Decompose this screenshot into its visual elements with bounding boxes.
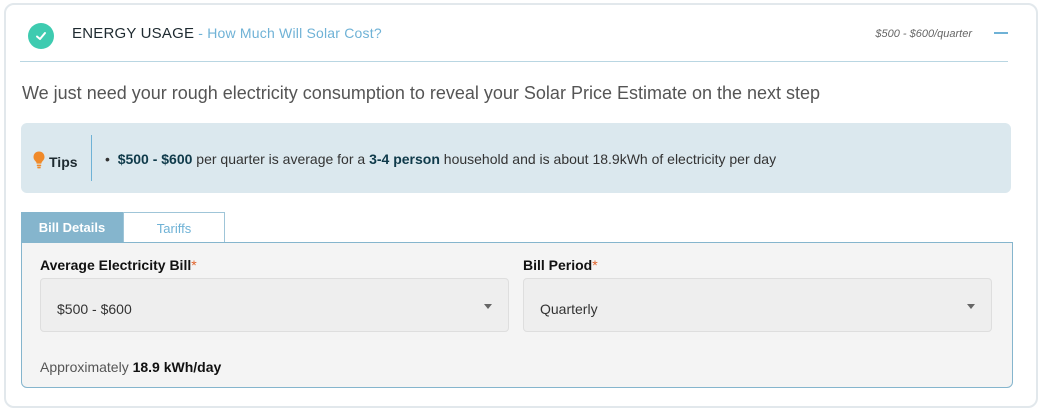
tips-label-text: Tips <box>49 153 78 170</box>
approx-value: 18.9 kWh/day <box>132 359 222 375</box>
approx-usage: Approximately 18.9 kWh/day <box>40 359 221 375</box>
intro-text: We just need your rough electricity cons… <box>22 83 821 103</box>
period-label: Bill Period* <box>523 257 598 273</box>
bill-details-panel: Average Electricity Bill* $500 - $600 Bi… <box>21 242 1013 388</box>
tips-text: • $500 - $600 per quarter is average for… <box>105 151 776 167</box>
tip-text-b: household and is about 18.9kWh of electr… <box>439 151 777 167</box>
energy-usage-card: ENERGY USAGE - How Much Will Solar Cost?… <box>4 3 1038 408</box>
section-subtitle: - How Much Will Solar Cost? <box>194 25 382 41</box>
period-label-text: Bill Period <box>523 257 593 273</box>
tips-box: Tips • $500 - $600 per quarter is averag… <box>21 123 1011 193</box>
approx-prefix: Approximately <box>40 359 133 375</box>
section-title-text: ENERGY USAGE <box>72 25 195 42</box>
check-icon <box>28 23 54 49</box>
tab-tariffs[interactable]: Tariffs <box>123 212 225 243</box>
minus-icon[interactable] <box>994 32 1008 34</box>
average-bill-value: $500 - $600 <box>57 301 132 317</box>
average-bill-select[interactable]: $500 - $600 <box>40 278 509 332</box>
bill-label-text: Average Electricity Bill <box>40 257 192 273</box>
tip-persons: 3-4 person <box>369 151 440 167</box>
bill-period-value: Quarterly <box>540 301 598 317</box>
tip-bullet: • <box>105 151 110 167</box>
tab-bill-details[interactable]: Bill Details <box>21 212 123 242</box>
tips-divider <box>91 135 92 181</box>
bill-label: Average Electricity Bill* <box>40 257 197 273</box>
section-header[interactable]: ENERGY USAGE - How Much Will Solar Cost?… <box>20 5 1008 62</box>
caret-down-icon <box>484 304 492 309</box>
required-mark: * <box>191 257 197 273</box>
lightbulb-icon <box>33 151 45 172</box>
tip-range: $500 - $600 <box>117 151 193 167</box>
bill-period-select[interactable]: Quarterly <box>523 278 992 332</box>
caret-down-icon <box>967 304 975 309</box>
required-mark: * <box>592 257 598 273</box>
tips-label: Tips <box>33 151 78 172</box>
section-summary: $500 - $600/quarter <box>875 28 972 40</box>
tip-text-a: per quarter is average for a <box>192 151 370 167</box>
section-title: ENERGY USAGE - How Much Will Solar Cost? <box>72 25 382 42</box>
